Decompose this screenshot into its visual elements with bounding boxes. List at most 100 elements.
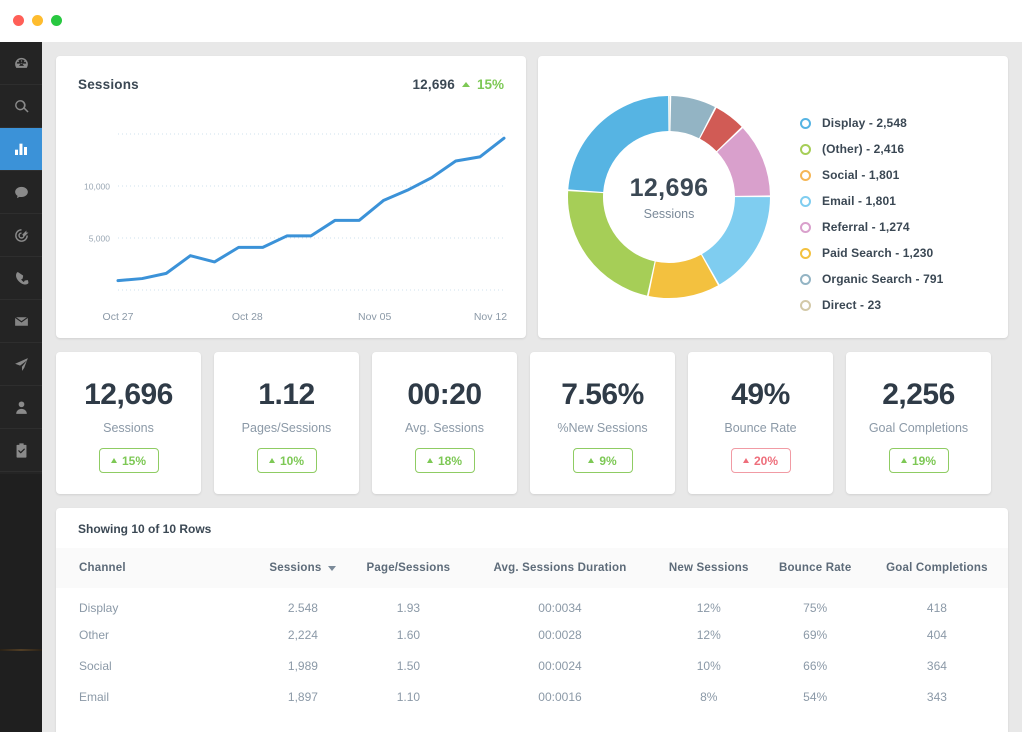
kpi-delta-value: 19%: [912, 454, 936, 468]
table-cell-sessions: 1,897: [256, 681, 350, 712]
kpi-label: Sessions: [56, 421, 201, 435]
table-cell-new-sessions: 12%: [653, 588, 765, 619]
sidebar-item-search[interactable]: [0, 85, 42, 128]
legend-color-icon: [800, 248, 811, 259]
table-cell-pages-per-session: 1.50: [350, 650, 467, 681]
svg-text:Nov 05: Nov 05: [358, 311, 391, 323]
trend-up-icon: [743, 458, 749, 463]
legend-item-label: Paid Search - 1,230: [822, 246, 933, 260]
table-body: Display2.5481.9300:003412%75%418Other2,2…: [56, 588, 1008, 712]
sidebar-item-mail[interactable]: [0, 300, 42, 343]
table-header-page-sessions[interactable]: Page/Sessions: [350, 548, 467, 588]
legend-color-icon: [800, 170, 811, 181]
table-cell-bounce-rate: 54%: [765, 681, 866, 712]
sessions-chart-card: Sessions 12,696 15% 5,00010,000Oct 27Oct…: [56, 56, 526, 338]
table-header-goal-completions[interactable]: Goal Completions: [866, 548, 1008, 588]
table-row[interactable]: Email1,8971.1000:00168%54%343: [56, 681, 1008, 712]
table-row[interactable]: Other2,2241.6000:002812%69%404: [56, 619, 1008, 650]
table-cell-bounce-rate: 66%: [765, 650, 866, 681]
legend-item[interactable]: (Other) - 2,416: [800, 136, 1000, 162]
kpi-delta-badge[interactable]: 10%: [257, 448, 317, 473]
phone-icon: [13, 270, 30, 287]
table-cell-goal-completions: 364: [866, 650, 1008, 681]
minimize-button[interactable]: [32, 15, 43, 26]
legend-item-label: (Other) - 2,416: [822, 142, 904, 156]
table-cell-new-sessions: 12%: [653, 619, 765, 650]
kpi-delta-value: 10%: [280, 454, 304, 468]
search-icon: [13, 98, 30, 115]
table-header-bounce-rate[interactable]: Bounce Rate: [765, 548, 866, 588]
donut-center-value: 12,696: [630, 174, 709, 203]
legend-color-icon: [800, 222, 811, 233]
table-header-channel[interactable]: Channel: [56, 548, 256, 588]
sidebar-item-contacts[interactable]: [0, 386, 42, 429]
donut-center-label: 12,696 Sessions: [566, 94, 772, 300]
sidebar-item-calls[interactable]: [0, 257, 42, 300]
table-header-avg-duration[interactable]: Avg. Sessions Duration: [467, 548, 653, 588]
sidebar-item-targets[interactable]: [0, 214, 42, 257]
table-header-row: Channel Sessions Page/Sessions Avg. Sess…: [56, 548, 1008, 588]
kpi-delta-badge[interactable]: 20%: [731, 448, 791, 473]
table-cell-avg-duration: 00:0028: [467, 619, 653, 650]
legend-color-icon: [800, 118, 811, 129]
window-titlebar: [0, 0, 1022, 42]
sort-desc-icon: [328, 566, 336, 571]
table-cell-pages-per-session: 1.93: [350, 588, 467, 619]
sidebar-item-tasks[interactable]: [0, 429, 42, 472]
legend-item[interactable]: Paid Search - 1,230: [800, 240, 1000, 266]
table-row[interactable]: Social1,9891.5000:002410%66%364: [56, 650, 1008, 681]
kpi-delta-badge[interactable]: 9%: [573, 448, 633, 473]
kpi-delta-badge[interactable]: 18%: [415, 448, 475, 473]
kpi-card-sessions: 12,696Sessions15%: [56, 352, 201, 494]
kpi-value: 1.12: [214, 378, 359, 412]
legend-item[interactable]: Email - 1,801: [800, 188, 1000, 214]
legend-item-label: Email - 1,801: [822, 194, 896, 208]
kpi-label: Avg. Sessions: [372, 421, 517, 435]
sidebar-item-dashboard[interactable]: [0, 42, 42, 85]
sessions-card-delta: 15%: [477, 77, 504, 92]
table-cell-goal-completions: 418: [866, 588, 1008, 619]
sidebar-item-analytics[interactable]: [0, 128, 42, 171]
table-cell-channel: Email: [56, 681, 256, 712]
bar-chart-icon: [13, 141, 29, 157]
kpi-card-pages-per-session: 1.12Pages/Sessions10%: [214, 352, 359, 494]
table-header-new-sessions[interactable]: New Sessions: [653, 548, 765, 588]
kpi-delta-badge[interactable]: 19%: [889, 448, 949, 473]
sessions-line-chart: 5,00010,000Oct 27Oct 28Nov 05Nov 12: [56, 108, 526, 338]
legend-item-label: Direct - 23: [822, 298, 881, 312]
svg-text:Oct 28: Oct 28: [232, 311, 263, 323]
channels-table: Channel Sessions Page/Sessions Avg. Sess…: [56, 548, 1008, 712]
legend-item[interactable]: Social - 1,801: [800, 162, 1000, 188]
chat-bubble-icon: [13, 184, 30, 201]
trend-up-icon: [427, 458, 433, 463]
table-cell-pages-per-session: 1.10: [350, 681, 467, 712]
maximize-button[interactable]: [51, 15, 62, 26]
table-cell-sessions: 1,989: [256, 650, 350, 681]
sessions-card-title: Sessions: [78, 77, 139, 92]
table-header-sessions[interactable]: Sessions: [256, 548, 350, 588]
legend-item[interactable]: Display - 2,548: [800, 110, 1000, 136]
sidebar-item-campaigns[interactable]: [0, 343, 42, 386]
channels-donut-card: 12,696 Sessions Display - 2,548 (Other) -…: [538, 56, 1008, 338]
paper-plane-icon: [13, 356, 30, 373]
trend-up-icon: [588, 458, 594, 463]
sidebar-item-messages[interactable]: [0, 171, 42, 214]
legend-item-label: Referral - 1,274: [822, 220, 910, 234]
user-icon: [13, 399, 30, 416]
table-row[interactable]: Display2.5481.9300:003412%75%418: [56, 588, 1008, 619]
kpi-label: Bounce Rate: [688, 421, 833, 435]
table-cell-new-sessions: 8%: [653, 681, 765, 712]
legend-item[interactable]: Referral - 1,274: [800, 214, 1000, 240]
kpi-value: 2,256: [846, 378, 991, 412]
close-button[interactable]: [13, 15, 24, 26]
kpi-delta-badge[interactable]: 15%: [99, 448, 159, 473]
legend-item-label: Display - 2,548: [822, 116, 907, 130]
envelope-icon: [13, 313, 30, 330]
legend-item[interactable]: Organic Search - 791: [800, 266, 1000, 292]
legend-item-label: Organic Search - 791: [822, 272, 943, 286]
sidebar: [0, 42, 42, 732]
table-cell-pages-per-session: 1.60: [350, 619, 467, 650]
kpi-value: 49%: [688, 378, 833, 412]
legend-item[interactable]: Direct - 23: [800, 292, 1000, 318]
app-window: Sessions 12,696 15% 5,00010,000Oct 27Oct…: [0, 0, 1022, 732]
